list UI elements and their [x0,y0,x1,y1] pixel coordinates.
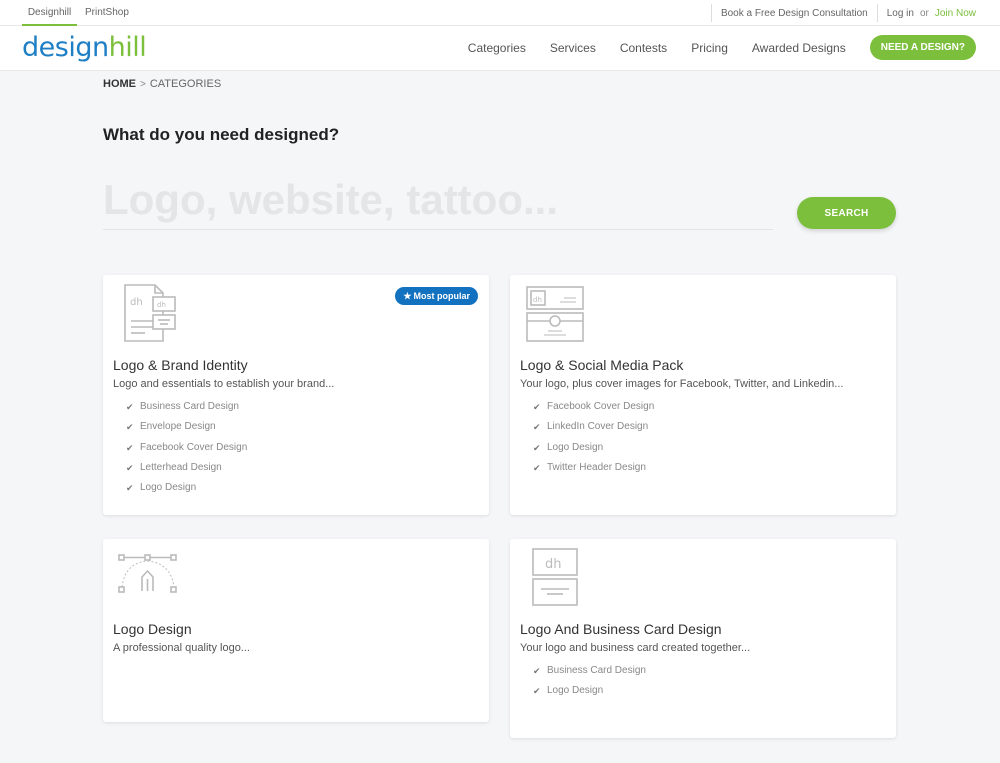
category-items: ✔ Facebook Cover Design ✔ LinkedIn Cover D… [533,401,654,482]
divider [710,4,712,22]
svg-text:dh: dh [130,297,143,308]
checkmark-icon: ✔ [126,462,134,473]
item-label: Letterhead Design [140,461,222,473]
nav-services[interactable]: Services [550,41,596,55]
brand-identity-icon: dh dh [124,284,176,342]
breadcrumb-current: CATEGORIES [149,78,222,90]
item-label: LinkedIn Cover Design [547,421,649,433]
item-label: Business Card Design [547,665,646,676]
checkmark-icon: ✔ [126,422,134,433]
checkmark-icon: ✔ [533,666,541,676]
page-title: What do you need designed? [103,125,340,144]
category-items: ✔ Business Card Design ✔ Logo Design [533,665,646,706]
star-icon: ★ [403,291,412,301]
category-items: ✔ Business Card Design ✔ Envelope Design ✔… [126,401,247,502]
category-card-logo-design[interactable]: Logo Design A professional quality logo.… [103,539,489,722]
login-link[interactable]: Log in [887,8,914,19]
category-title[interactable]: Logo & Brand Identity [113,357,248,373]
tab-designhill[interactable]: Designhill [22,0,77,26]
nav-categories[interactable]: Categories [468,41,526,55]
item-label: Facebook Cover Design [140,441,248,453]
category-title[interactable]: Logo And Business Card Design [520,621,722,637]
account-links: Book a Free Design Consultation Log in o… [702,0,976,26]
list-item: ✔ LinkedIn Cover Design [533,421,654,441]
pen-tool-icon [118,554,177,593]
book-consultation-link[interactable]: Book a Free Design Consultation [721,8,868,19]
search-input[interactable] [103,170,773,230]
top-utility-bar: Designhill PrintShop Book a Free Design … [0,0,1000,26]
item-label: Facebook Cover Design [547,401,655,412]
checkmark-icon: ✔ [126,442,134,453]
svg-text:dh: dh [545,557,562,572]
list-item: ✔ Envelope Design [126,421,247,441]
need-a-design-button[interactable]: NEED A DESIGN? [869,35,976,60]
category-description: Your logo and business card created toge… [520,642,751,654]
category-description: A professional quality logo... [113,642,250,654]
or-text: or [919,7,929,19]
join-now-link[interactable]: Join Now [935,8,976,19]
list-item: ✔ Logo Design [126,482,247,502]
nav-contests[interactable]: Contests [620,41,667,55]
breadcrumb: HOME > CATEGORIES [103,78,221,90]
checkmark-icon: ✔ [533,686,541,697]
list-item: ✔ Business Card Design [533,665,646,685]
category-description: Your logo, plus cover images for Faceboo… [520,378,844,390]
designhill-logo[interactable]: designhill [22,32,147,63]
list-item: ✔ Facebook Cover Design [126,442,247,462]
checkmark-icon: ✔ [126,483,134,494]
checkmark-icon: ✔ [533,402,541,412]
checkmark-icon: ✔ [126,402,134,412]
list-item: ✔ Facebook Cover Design [533,401,654,421]
svg-text:dh: dh [157,301,166,309]
category-card-social-media-pack[interactable]: dh Logo & Social Media Pack Your logo, p… [510,275,896,515]
item-label: Logo Design [547,441,604,453]
social-media-pack-icon: dh [526,286,584,342]
list-item: ✔ Logo Design [533,442,654,462]
list-item: ✔ Twitter Header Design [533,462,654,482]
list-item: ✔ Business Card Design [126,401,247,421]
tab-printshop[interactable]: PrintShop [85,0,129,26]
business-card-icon: dh [532,548,578,606]
checkmark-icon: ✔ [533,422,541,433]
main-header: designhill Categories Services Contests … [0,26,1000,71]
category-title[interactable]: Logo & Social Media Pack [520,357,683,373]
breadcrumb-separator: > [140,79,146,90]
breadcrumb-home[interactable]: HOME [103,78,136,90]
svg-text:dh: dh [533,296,542,304]
item-label: Logo Design [140,482,197,494]
category-card-logo-business-card[interactable]: dh Logo And Business Card Design Your lo… [510,539,896,738]
category-card-brand-identity[interactable]: dh dh ★ Most popular Logo & Brand Identit… [103,275,489,515]
item-label: Business Card Design [140,401,239,412]
category-description: Logo and essentials to establish your br… [113,378,335,390]
divider [876,4,878,22]
list-item: ✔ Logo Design [533,685,646,705]
logo-text-design: design [22,32,109,63]
main-nav: Categories Services Contests Pricing Awa… [468,35,976,60]
checkmark-icon: ✔ [533,442,541,453]
item-label: Envelope Design [140,421,216,433]
nav-pricing[interactable]: Pricing [691,41,728,55]
badge-label: Most popular [413,291,471,301]
category-title[interactable]: Logo Design [113,621,192,637]
search-button[interactable]: SEARCH [797,197,896,229]
item-label: Logo Design [547,685,604,697]
most-popular-badge: ★ Most popular [395,287,478,305]
item-label: Twitter Header Design [547,461,646,473]
checkmark-icon: ✔ [533,462,541,473]
logo-text-hill: hill [108,32,147,63]
list-item: ✔ Letterhead Design [126,462,247,482]
nav-awarded-designs[interactable]: Awarded Designs [752,41,846,55]
